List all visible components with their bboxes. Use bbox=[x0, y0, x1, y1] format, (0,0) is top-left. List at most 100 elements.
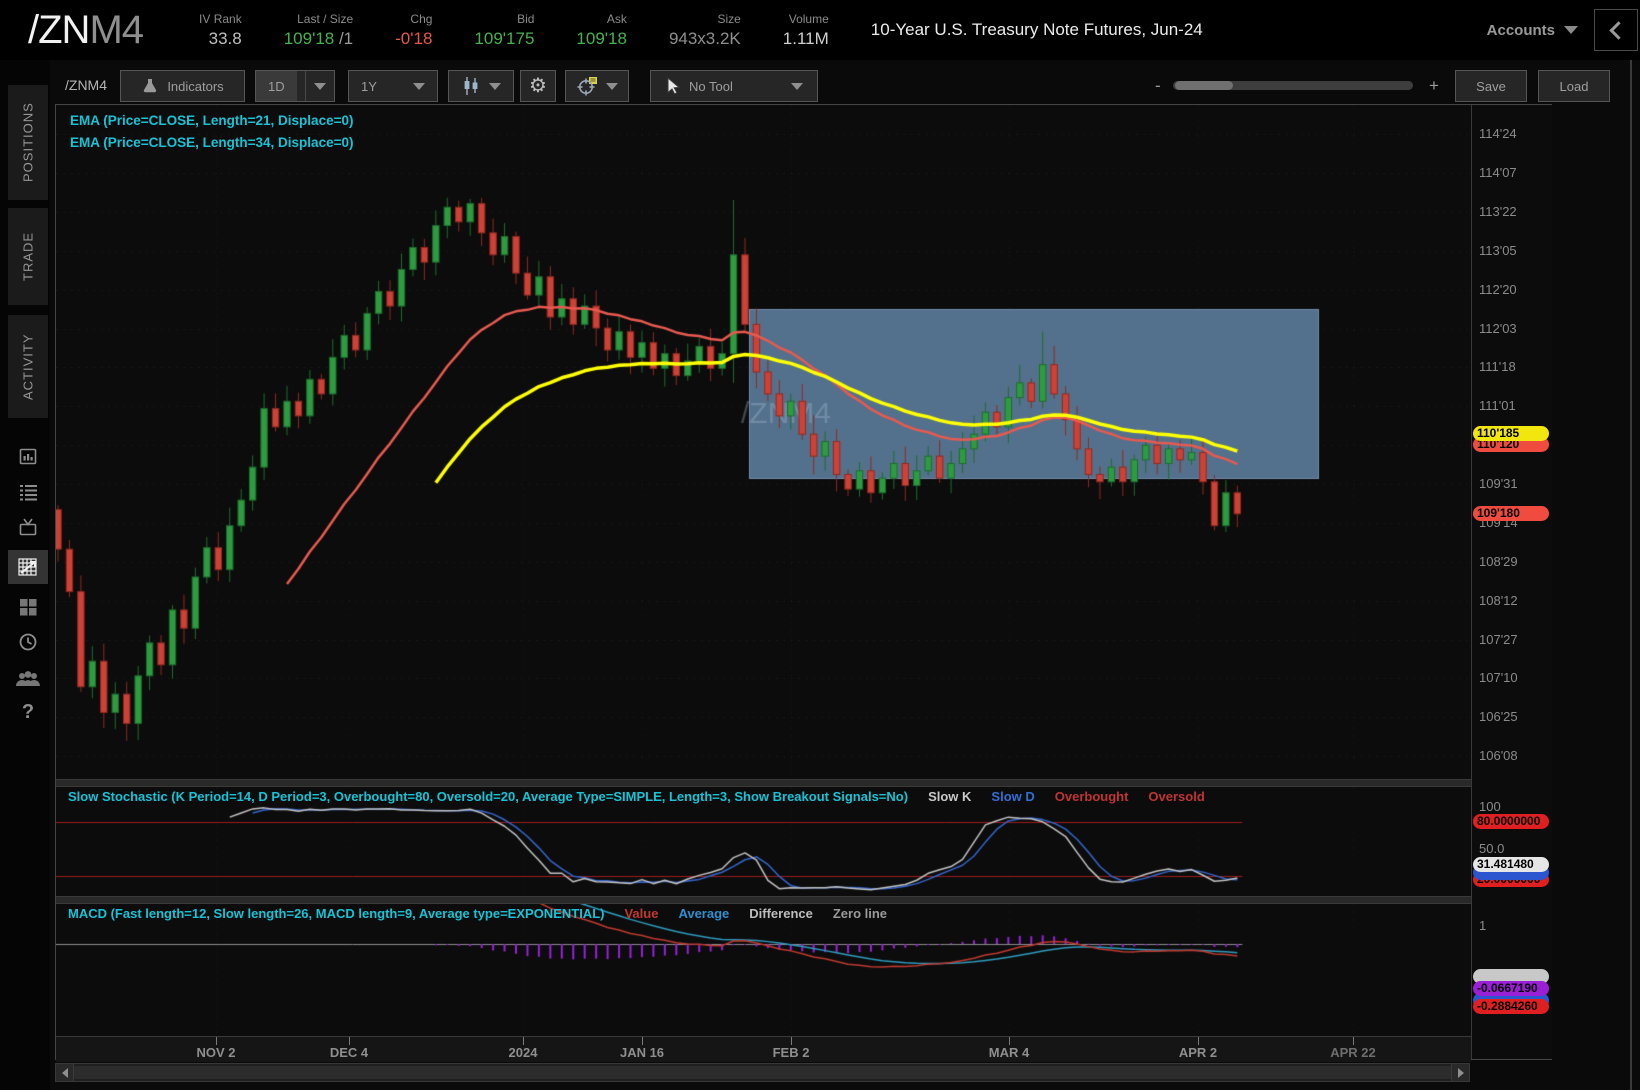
gear-icon: ⚙ bbox=[529, 75, 547, 97]
time-axis-tick bbox=[1198, 1037, 1199, 1045]
arrow-right-icon bbox=[1457, 1067, 1464, 1078]
price-axis-label: 114'24 bbox=[1479, 126, 1517, 141]
right-panel-border bbox=[1630, 60, 1632, 1090]
sidebar-tab-activity[interactable]: ACTIVITY bbox=[8, 315, 48, 418]
chevron-down-icon bbox=[413, 82, 425, 90]
stochastic-label-row: Slow Stochastic (K Period=14, D Period=3… bbox=[68, 789, 1205, 804]
macd-zeroline-legend: Zero line bbox=[832, 906, 888, 921]
news-icon[interactable] bbox=[8, 440, 48, 474]
chevron-left-icon bbox=[1608, 20, 1628, 40]
price-axis-label: 111'18 bbox=[1479, 359, 1516, 374]
time-axis-label: MAR 4 bbox=[988, 1045, 1030, 1060]
time-axis-label: JAN 16 bbox=[619, 1045, 665, 1060]
price-axis-label: 114'07 bbox=[1479, 165, 1517, 180]
macd-bubble: -0.0667190 bbox=[1473, 981, 1549, 996]
chevron-down-icon bbox=[791, 82, 803, 90]
macd-bubble: -0.2884260 bbox=[1473, 999, 1549, 1014]
price-axis-label: 108'12 bbox=[1479, 593, 1518, 608]
time-axis-tick bbox=[1009, 1037, 1010, 1045]
time-axis: NOV 2 DEC 4 2024 JAN 16 FEB 2 MAR 4 APR 2 APR 2… bbox=[56, 1036, 1471, 1062]
save-button[interactable]: Save bbox=[1455, 70, 1527, 102]
ema-21-label: EMA (Price=CLOSE, Length=21, Displace=0) bbox=[70, 113, 354, 128]
drawing-tool-dropdown[interactable]: No Tool bbox=[650, 70, 818, 102]
stat-volume: Volume 1.11M bbox=[782, 11, 829, 48]
scroll-right-button[interactable] bbox=[1451, 1064, 1469, 1081]
chart-horizontal-scrollbar[interactable] bbox=[55, 1063, 1470, 1082]
chart-toolbar: /ZNM4 Indicators 1D 1Y ⚙ No Tool - + Sav… bbox=[55, 68, 1620, 104]
time-axis-tick bbox=[349, 1037, 350, 1045]
stat-bid: Bid 109'175 bbox=[474, 11, 535, 48]
load-button[interactable]: Load bbox=[1538, 70, 1610, 102]
macd-average-legend: Average bbox=[678, 906, 730, 921]
stochastic-bubble: 31.481480 bbox=[1473, 857, 1549, 872]
help-icon[interactable]: ? bbox=[8, 695, 48, 729]
oversold-legend: Oversold bbox=[1148, 789, 1205, 804]
zoom-out-button[interactable]: - bbox=[1155, 76, 1161, 96]
stochastic-bubble: 80.0000000 bbox=[1473, 814, 1549, 829]
zoom-slider-thumb[interactable] bbox=[1175, 81, 1233, 90]
zoom-in-button[interactable]: + bbox=[1429, 76, 1439, 96]
sidebar: POSITIONS TRADE ACTIVITY ? bbox=[0, 60, 50, 1090]
scrollbar-thumb[interactable] bbox=[74, 1066, 1452, 1079]
price-axis-label: 113'05 bbox=[1479, 243, 1517, 258]
stat-chg: Chg -0'18 bbox=[395, 11, 433, 48]
timeframe-dropdown[interactable]: 1D bbox=[255, 70, 335, 102]
chart-widget: EMA (Price=CLOSE, Length=21, Displace=0)… bbox=[55, 104, 1552, 1062]
symbol-title: /ZNM4 bbox=[28, 8, 144, 52]
flask-icon bbox=[144, 79, 157, 93]
price-axis-label: 108'29 bbox=[1479, 554, 1518, 569]
time-axis-label: APR 22 bbox=[1330, 1045, 1376, 1060]
chart-icon[interactable] bbox=[8, 550, 48, 584]
time-axis-label: APR 2 bbox=[1178, 1045, 1218, 1060]
people-icon[interactable] bbox=[8, 661, 48, 695]
time-axis-label: NOV 2 bbox=[196, 1045, 236, 1060]
stat-last-size: Last / Size 109'18 /1 bbox=[283, 11, 354, 48]
range-dropdown[interactable]: 1Y bbox=[348, 70, 438, 102]
time-axis-tick bbox=[1353, 1037, 1354, 1045]
slow-k-legend: Slow K bbox=[928, 789, 972, 804]
chart-type-dropdown[interactable] bbox=[448, 70, 514, 102]
grid-icon[interactable] bbox=[8, 590, 48, 624]
list-icon[interactable] bbox=[8, 475, 48, 509]
time-axis-label: 2024 bbox=[508, 1045, 538, 1060]
ema-34-label: EMA (Price=CLOSE, Length=34, Displace=0) bbox=[70, 135, 354, 150]
stochastic-axis-label: 50.0 bbox=[1479, 841, 1505, 856]
time-axis-label: DEC 4 bbox=[329, 1045, 369, 1060]
macd-study-label: MACD (Fast length=12, Slow length=26, MA… bbox=[68, 906, 605, 921]
app-root: /ZNM4 IV Rank 33.8 Last / Size 109'18 /1 C… bbox=[0, 0, 1640, 1090]
sidebar-tab-positions[interactable]: POSITIONS bbox=[8, 85, 48, 200]
macd-value-legend: Value bbox=[624, 906, 659, 921]
collapse-panel-button[interactable] bbox=[1594, 9, 1638, 51]
macd-label-row: MACD (Fast length=12, Slow length=26, MA… bbox=[68, 906, 887, 921]
tv-icon[interactable] bbox=[8, 510, 48, 544]
stat-iv-rank: IV Rank 33.8 bbox=[199, 11, 242, 48]
price-bubble: 110'185 bbox=[1473, 426, 1549, 441]
panel-divider[interactable] bbox=[56, 896, 1471, 904]
stochastic-axis-label: 100 bbox=[1479, 799, 1501, 814]
indicators-button[interactable]: Indicators bbox=[120, 70, 245, 102]
stat-ask: Ask 109'18 bbox=[576, 11, 627, 48]
time-axis-tick bbox=[642, 1037, 643, 1045]
chevron-down-icon bbox=[313, 82, 326, 90]
price-axis-label: 107'27 bbox=[1479, 632, 1518, 647]
sidebar-tab-trade[interactable]: TRADE bbox=[8, 208, 48, 305]
time-axis-tick bbox=[523, 1037, 524, 1045]
accounts-menu[interactable]: Accounts bbox=[1487, 22, 1578, 39]
panel-divider[interactable] bbox=[56, 779, 1471, 787]
price-chart-canvas[interactable] bbox=[56, 105, 1471, 779]
price-axis-label: 106'08 bbox=[1479, 748, 1518, 763]
zoom-slider[interactable] bbox=[1173, 81, 1413, 90]
history-icon[interactable] bbox=[8, 625, 48, 659]
price-axis-label: 112'03 bbox=[1479, 321, 1517, 336]
overbought-legend: Overbought bbox=[1054, 789, 1129, 804]
price-axis-gutter: 114'24 114'07 113'22 113'05 112'20 112'03 111'… bbox=[1471, 105, 1552, 1059]
chart-settings-button[interactable]: ⚙ bbox=[520, 70, 556, 102]
symbol-suffix: M4 bbox=[89, 8, 144, 52]
scroll-left-button[interactable] bbox=[56, 1064, 74, 1081]
macd-difference-legend: Difference bbox=[749, 906, 813, 921]
crosshair-dropdown[interactable] bbox=[565, 70, 629, 102]
stochastic-study-label: Slow Stochastic (K Period=14, D Period=3… bbox=[68, 789, 909, 804]
chevron-down-icon bbox=[489, 82, 501, 90]
macd-canvas[interactable] bbox=[56, 904, 1471, 1036]
crosshair-icon bbox=[577, 77, 597, 96]
